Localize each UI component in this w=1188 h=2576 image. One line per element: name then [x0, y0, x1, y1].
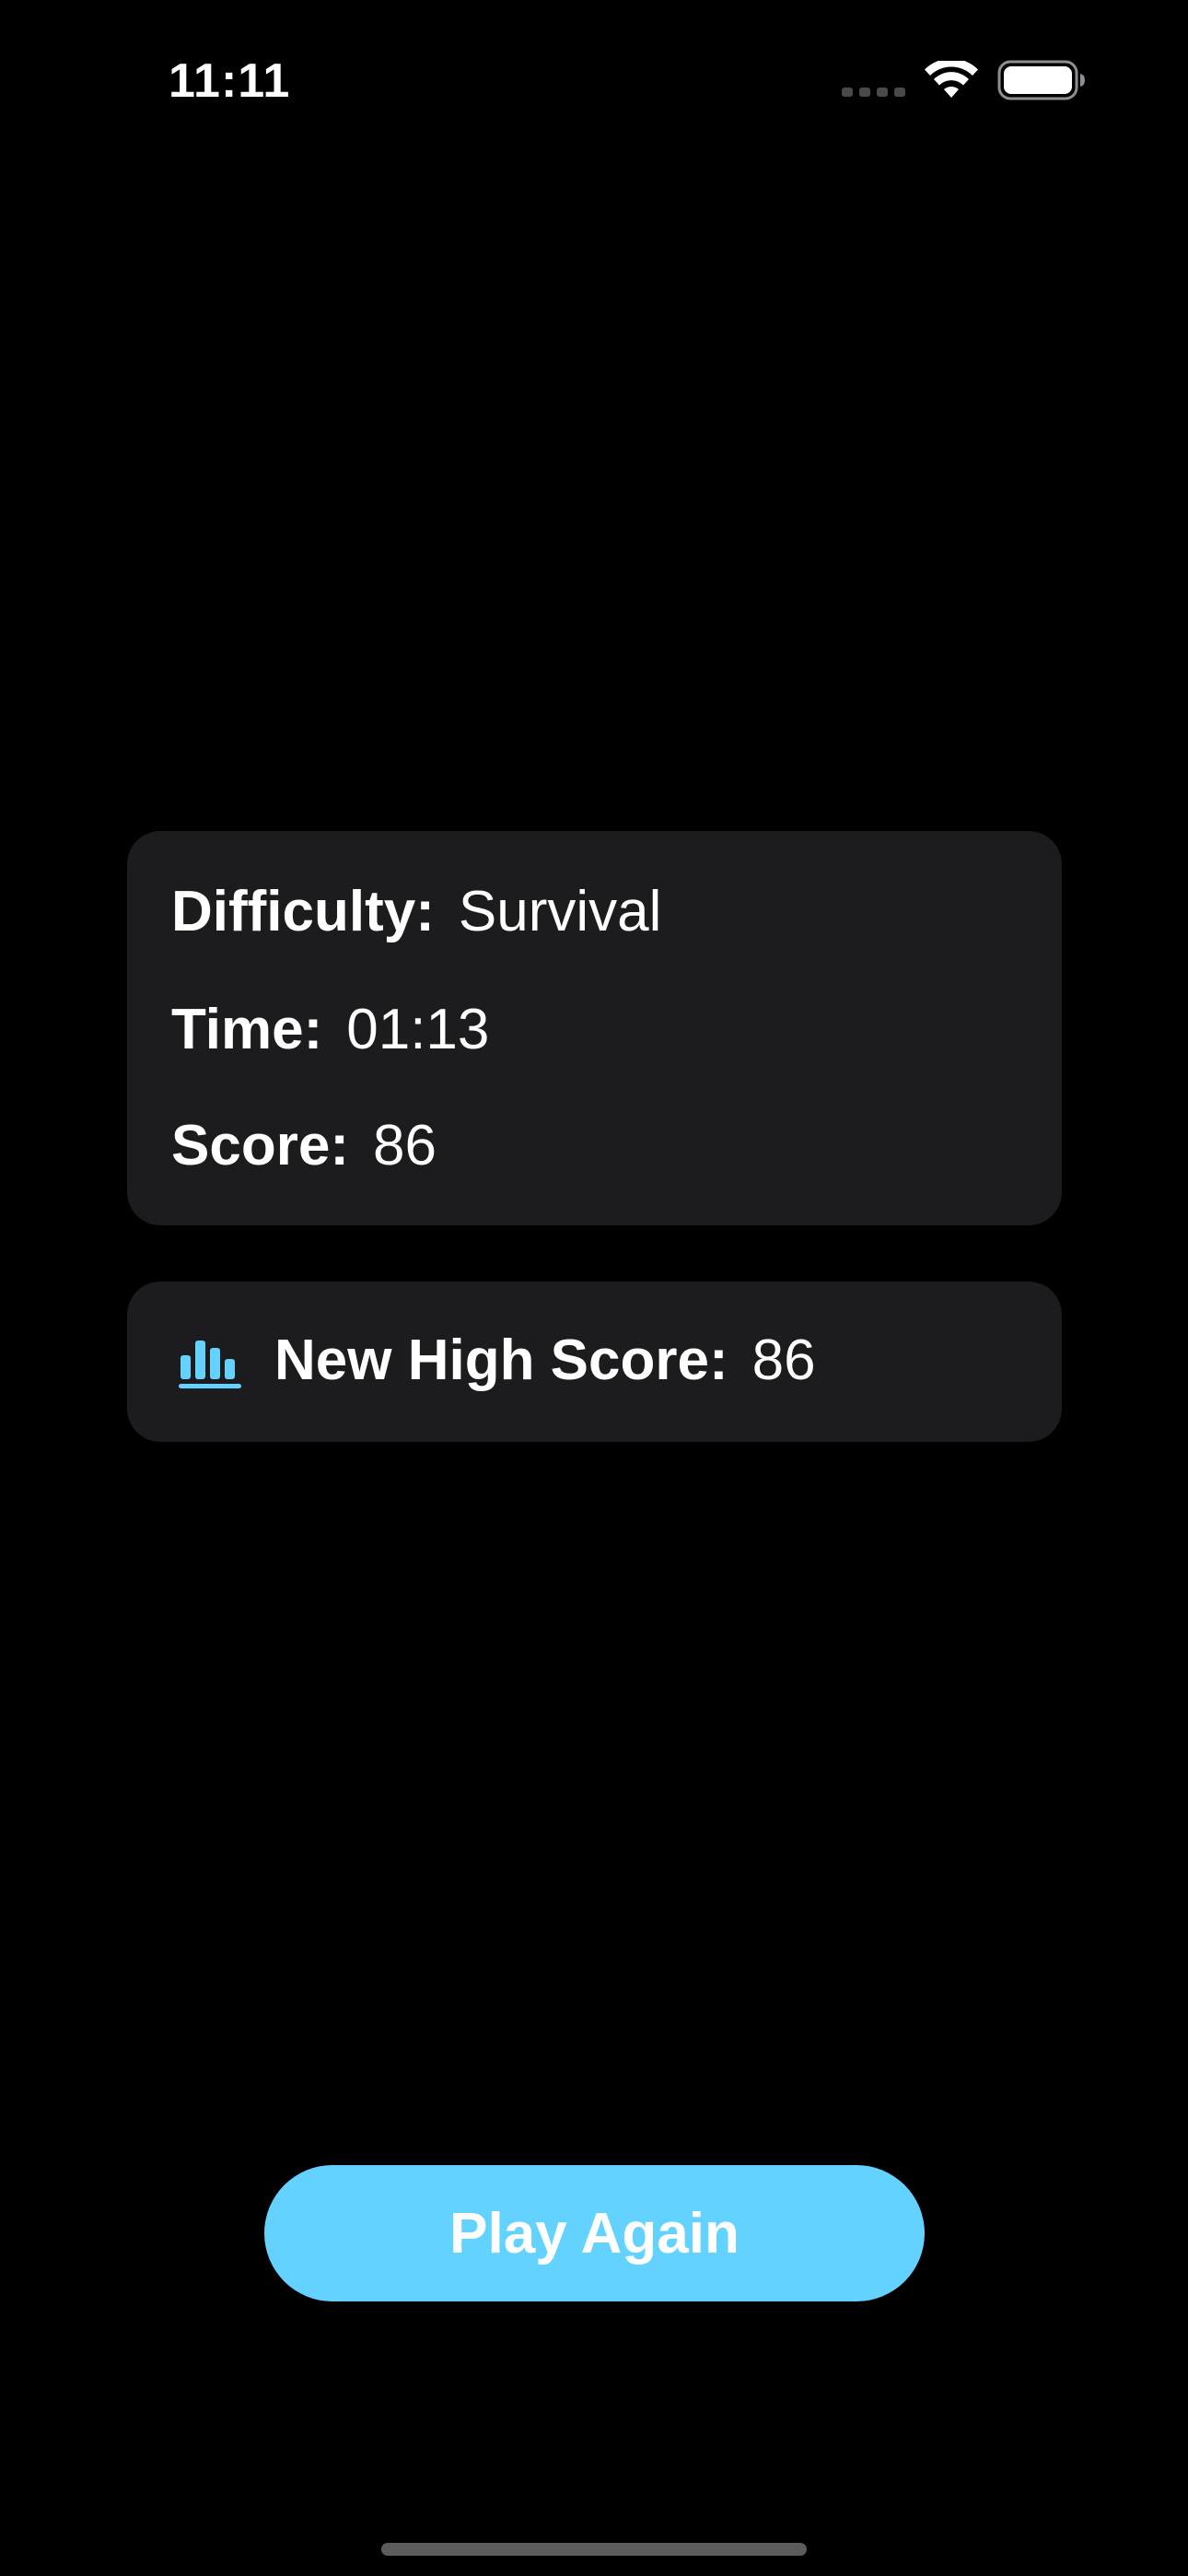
difficulty-label: Difficulty: [171, 880, 435, 943]
time-row: Time: 01:13 [171, 997, 489, 1063]
bar-chart-icon [179, 1341, 241, 1388]
high-score-row: New High Score: 86 [274, 1328, 816, 1394]
time-label: Time: [171, 998, 323, 1061]
high-score-card: New High Score: 86 [127, 1282, 1062, 1442]
high-score-value: 86 [751, 1329, 816, 1392]
cellular-signal-icon [842, 88, 905, 97]
high-score-label: New High Score: [274, 1329, 728, 1392]
difficulty-row: Difficulty: Survival [171, 879, 661, 945]
score-value: 86 [372, 1114, 437, 1177]
difficulty-value: Survival [458, 880, 662, 943]
score-row: Score: 86 [171, 1113, 437, 1179]
game-stats-card: Difficulty: Survival Time: 01:13 Score: … [127, 831, 1062, 1225]
battery-icon [997, 60, 1085, 100]
status-bar: 11:11 [0, 0, 1188, 157]
wifi-icon [925, 61, 978, 98]
score-label: Score: [171, 1114, 349, 1177]
status-time: 11:11 [169, 54, 291, 108]
home-indicator[interactable] [381, 2543, 807, 2556]
time-value: 01:13 [346, 998, 490, 1061]
play-again-button[interactable]: Play Again [264, 2165, 925, 2301]
